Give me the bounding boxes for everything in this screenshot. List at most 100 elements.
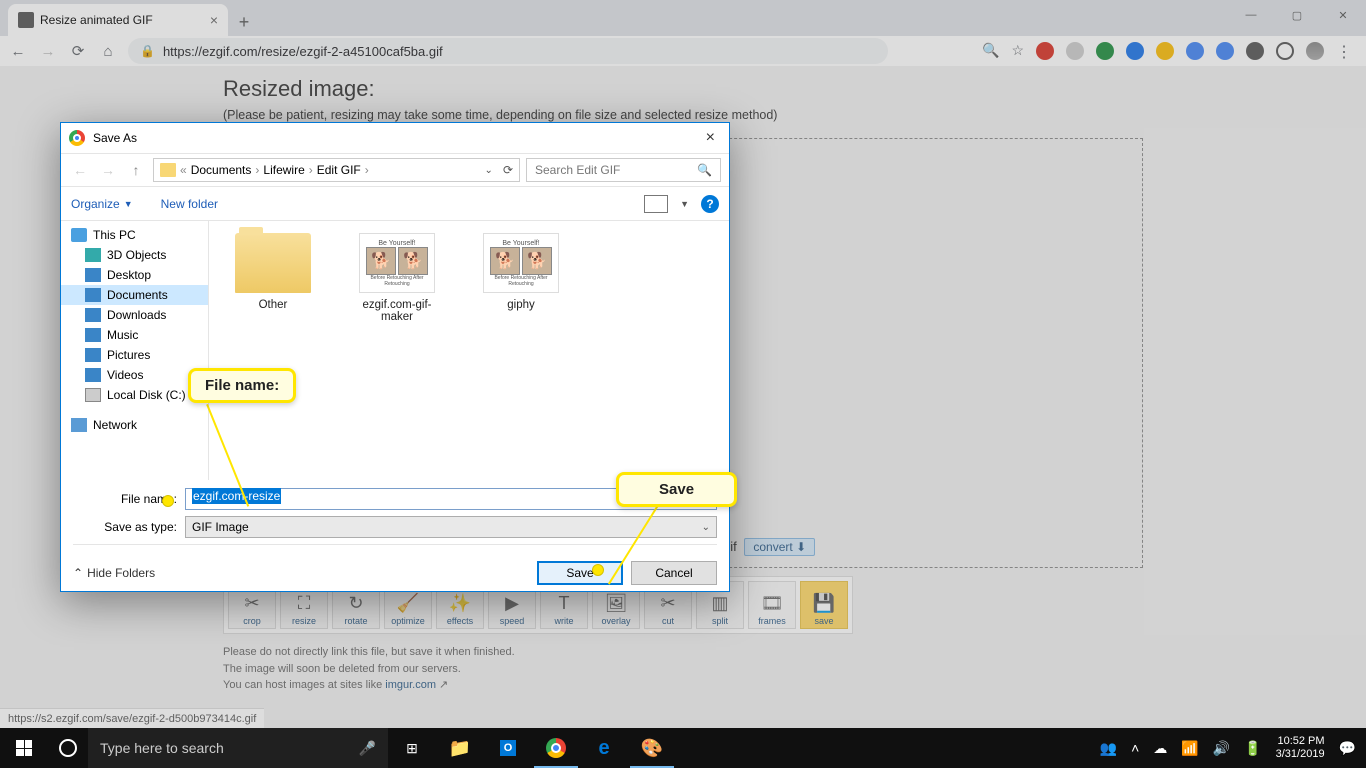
effects-icon: ✨: [449, 593, 471, 614]
volume-icon[interactable]: 🔊: [1213, 740, 1230, 757]
ext-drive-icon[interactable]: [1156, 42, 1174, 60]
ext-green-icon[interactable]: [1096, 42, 1114, 60]
back-button[interactable]: ←: [8, 41, 28, 61]
nav-documents[interactable]: Documents: [61, 285, 208, 305]
maximize-button[interactable]: ▢: [1274, 0, 1320, 30]
breadcrumb-bar[interactable]: « Documents › Lifewire › Edit GIF › ⌄ ⟳: [153, 158, 520, 182]
resize-icon: ⛶: [298, 593, 311, 614]
nav-back-button[interactable]: ←: [69, 162, 91, 178]
new-folder-button[interactable]: New folder: [161, 197, 218, 211]
tab-favicon-icon: [18, 12, 34, 28]
navigation-pane[interactable]: This PC 3D Objects Desktop Documents Dow…: [61, 221, 209, 480]
taskbar-search[interactable]: Type here to search 🎤: [88, 728, 388, 768]
nav-downloads[interactable]: Downloads: [61, 305, 208, 325]
footer-line2: The image will soon be deleted from our …: [223, 661, 1143, 678]
callout-dot: [592, 564, 604, 576]
browser-toolbar: ← → ⟳ ⌂ 🔒 https://ezgif.com/resize/ezgif…: [0, 36, 1366, 66]
nav-forward-button[interactable]: →: [97, 162, 119, 178]
taskbar-explorer[interactable]: 📁: [436, 728, 484, 768]
nav-network[interactable]: Network: [61, 415, 208, 435]
ext-g-icon[interactable]: [1126, 42, 1144, 60]
taskbar-chrome[interactable]: [532, 728, 580, 768]
wifi-icon[interactable]: 📶: [1181, 740, 1198, 757]
dialog-close-button[interactable]: ×: [700, 129, 721, 147]
window-close-button[interactable]: ✕: [1320, 0, 1366, 30]
nav-music[interactable]: Music: [61, 325, 208, 345]
nav-local-disk[interactable]: Local Disk (C:): [61, 385, 208, 405]
windows-logo-icon: [16, 740, 32, 756]
ext-gray-icon[interactable]: [1066, 42, 1084, 60]
nav-pictures[interactable]: Pictures: [61, 345, 208, 365]
people-icon[interactable]: 👥: [1100, 740, 1117, 757]
page-heading: Resized image:: [223, 76, 1143, 102]
reload-button[interactable]: ⟳: [68, 41, 88, 61]
view-dropdown-icon[interactable]: ▼: [680, 199, 689, 209]
cancel-button[interactable]: Cancel: [631, 561, 717, 585]
bookmark-star-icon[interactable]: ☆: [1011, 42, 1024, 60]
content-pane[interactable]: Other Be Yourself! 🐕🐕 Before Retouching …: [209, 221, 729, 480]
ext-bluecircle-icon[interactable]: [1186, 42, 1204, 60]
cut-icon: ✂: [660, 593, 675, 614]
breadcrumb-dropdown-icon[interactable]: ⌄: [485, 165, 493, 176]
ext-abp-icon[interactable]: [1036, 42, 1054, 60]
convert-button[interactable]: convert ⬇: [744, 538, 815, 556]
taskbar-edge[interactable]: e: [580, 728, 628, 768]
crumb-documents[interactable]: Documents: [191, 163, 252, 177]
file-ezgif-maker[interactable]: Be Yourself! 🐕🐕 Before Retouching After …: [349, 233, 445, 323]
imgur-link[interactable]: imgur.com: [385, 679, 436, 691]
tool-save[interactable]: 💾save: [800, 581, 848, 629]
zoom-icon[interactable]: 🔍: [982, 42, 999, 60]
crumb-lifewire[interactable]: Lifewire: [263, 163, 304, 177]
notifications-icon[interactable]: 💬: [1339, 740, 1356, 757]
nav-this-pc[interactable]: This PC: [61, 225, 208, 245]
folder-other[interactable]: Other: [225, 233, 321, 311]
clock[interactable]: 10:52 PM 3/31/2019: [1276, 735, 1325, 761]
search-icon: 🔍: [697, 163, 712, 177]
battery-icon[interactable]: 🔋: [1244, 740, 1261, 757]
dialog-nav-bar: ← → ↑ « Documents › Lifewire › Edit GIF …: [61, 153, 729, 187]
footer-line1: Please do not directly link this file, b…: [223, 644, 1143, 661]
crumb-editgif[interactable]: Edit GIF: [317, 163, 361, 177]
taskbar-paint[interactable]: 🎨: [628, 728, 676, 768]
cortana-button[interactable]: [48, 739, 88, 757]
hide-folders-toggle[interactable]: ⌃ Hide Folders: [73, 566, 155, 580]
nav-up-button[interactable]: ↑: [125, 162, 147, 178]
nav-desktop[interactable]: Desktop: [61, 265, 208, 285]
browser-status-bar: https://s2.ezgif.com/save/ezgif-2-d500b9…: [0, 708, 264, 728]
help-icon[interactable]: ?: [701, 195, 719, 213]
organize-button[interactable]: Organize ▼: [71, 197, 133, 211]
save-icon: 💾: [813, 593, 835, 614]
view-mode-button[interactable]: [644, 195, 668, 213]
pictures-icon: [85, 348, 101, 362]
ext-bluesquare-icon[interactable]: [1216, 42, 1234, 60]
callout-save: Save: [616, 472, 737, 507]
tool-frames[interactable]: 🎞frames: [748, 581, 796, 629]
nav-3d-objects[interactable]: 3D Objects: [61, 245, 208, 265]
onedrive-icon[interactable]: ☁: [1153, 740, 1167, 757]
taskbar-outlook[interactable]: O: [484, 728, 532, 768]
task-view-button[interactable]: ⊞: [388, 728, 436, 768]
forward-button[interactable]: →: [38, 41, 58, 61]
start-button[interactable]: [0, 728, 48, 768]
nav-videos[interactable]: Videos: [61, 365, 208, 385]
profile-avatar-icon[interactable]: [1306, 42, 1324, 60]
browser-tab[interactable]: Resize animated GIF ×: [8, 4, 228, 36]
browser-menu-icon[interactable]: ⋮: [1336, 42, 1352, 60]
cast-icon[interactable]: [1276, 42, 1294, 60]
tray-chevron-icon[interactable]: ˄: [1131, 740, 1139, 756]
window-controls: — ▢ ✕: [1228, 0, 1366, 30]
folder-search-input[interactable]: Search Edit GIF 🔍: [526, 158, 721, 182]
dialog-command-bar: Organize ▼ New folder ▼ ?: [61, 187, 729, 221]
taskbar: Type here to search 🎤 ⊞ 📁 O e 🎨 👥 ˄ ☁ 📶 …: [0, 728, 1366, 768]
ext-pdf-icon[interactable]: [1246, 42, 1264, 60]
file-giphy[interactable]: Be Yourself! 🐕🐕 Before Retouching After …: [473, 233, 569, 311]
new-tab-button[interactable]: +: [230, 8, 258, 36]
address-bar[interactable]: 🔒 https://ezgif.com/resize/ezgif-2-a4510…: [128, 38, 888, 64]
home-button[interactable]: ⌂: [98, 41, 118, 61]
objects3d-icon: [85, 248, 101, 262]
gif-thumbnail-icon: Be Yourself! 🐕🐕 Before Retouching After …: [483, 233, 559, 293]
minimize-button[interactable]: —: [1228, 0, 1274, 30]
chevron-up-icon: ⌃: [73, 566, 83, 580]
tab-close-icon[interactable]: ×: [210, 12, 218, 28]
refresh-icon[interactable]: ⟳: [503, 163, 513, 177]
